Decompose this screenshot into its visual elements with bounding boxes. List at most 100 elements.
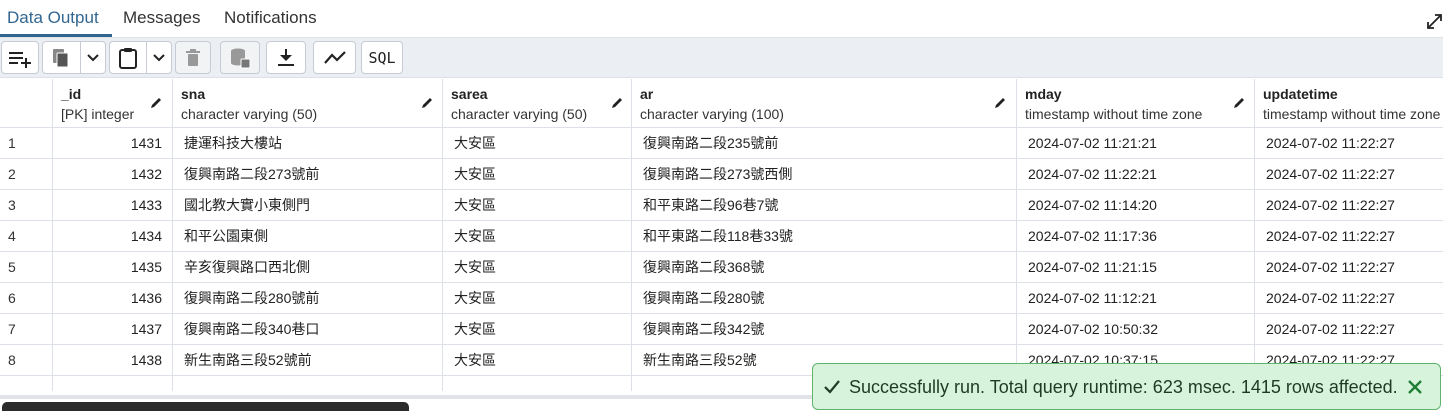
paste-button[interactable] (110, 42, 147, 73)
cell-id[interactable] (53, 376, 173, 391)
tab-data-output[interactable]: Data Output (7, 8, 99, 28)
tab-messages[interactable]: Messages (123, 8, 200, 28)
cell-ar[interactable]: 復興南路二段368號 (632, 252, 1017, 283)
paste-options-dropdown[interactable] (147, 42, 171, 73)
cell-sarea[interactable]: 大安區 (443, 252, 632, 283)
success-toast: Successfully run. Total query runtime: 6… (812, 363, 1441, 410)
cell-sna[interactable]: 捷運科技大樓站 (173, 128, 443, 159)
cell-sarea[interactable]: 大安區 (443, 345, 632, 376)
data-output-grid: _id [PK] integer sna character varying (… (0, 79, 1443, 391)
cell-sarea[interactable]: 大安區 (443, 283, 632, 314)
cell-sarea[interactable]: 大安區 (443, 190, 632, 221)
row-number[interactable]: 6 (0, 283, 53, 314)
cell-mday[interactable]: 2024-07-02 11:21:21 (1017, 128, 1255, 159)
edit-pencil-icon[interactable] (420, 96, 434, 110)
column-header-id[interactable]: _id [PK] integer (53, 79, 173, 128)
cell-sarea[interactable]: 大安區 (443, 159, 632, 190)
cell-mday[interactable]: 2024-07-02 11:14:20 (1017, 190, 1255, 221)
checkmark-icon (824, 380, 840, 394)
close-icon[interactable] (1406, 378, 1424, 396)
scrollbar-thumb[interactable] (2, 402, 409, 411)
cell-id[interactable]: 1432 (53, 159, 173, 190)
cell-sarea[interactable]: 大安區 (443, 221, 632, 252)
table-row[interactable]: 2 1432 復興南路二段273號前 大安區 復興南路二段273號西側 2024… (0, 159, 1443, 190)
graph-icon (323, 50, 346, 64)
edit-pencil-icon[interactable] (1232, 96, 1246, 110)
row-number[interactable]: 4 (0, 221, 53, 252)
cell-ar[interactable]: 復興南路二段235號前 (632, 128, 1017, 159)
cell-mday[interactable]: 2024-07-02 10:50:32 (1017, 314, 1255, 345)
column-name: mday (1025, 86, 1062, 102)
cell-updatetime[interactable]: 2024-07-02 11:22:27 (1255, 252, 1443, 283)
sql-button[interactable]: SQL (362, 42, 402, 73)
cell-sna[interactable]: 新生南路三段52號前 (173, 345, 443, 376)
cell-ar[interactable]: 復興南路二段342號 (632, 314, 1017, 345)
paste-icon (118, 47, 137, 69)
graph-visualiser-button[interactable] (314, 42, 355, 73)
table-row[interactable]: 1 1431 捷運科技大樓站 大安區 復興南路二段235號前 2024-07-0… (0, 128, 1443, 159)
copy-options-dropdown[interactable] (81, 42, 105, 73)
table-row[interactable]: 4 1434 和平公園東側 大安區 和平東路二段118巷33號 2024-07-… (0, 221, 1443, 252)
column-header-updatetime[interactable]: updatetime timestamp without time zone (1255, 79, 1443, 128)
cell-ar[interactable]: 復興南路二段280號 (632, 283, 1017, 314)
row-number[interactable]: 5 (0, 252, 53, 283)
cell-sna[interactable]: 復興南路二段280號前 (173, 283, 443, 314)
cell-mday[interactable]: 2024-07-02 11:17:36 (1017, 221, 1255, 252)
add-row-icon (9, 51, 31, 68)
expand-panel-button[interactable] (1427, 10, 1443, 30)
cell-id[interactable]: 1431 (53, 128, 173, 159)
cell-id[interactable]: 1437 (53, 314, 173, 345)
save-data-button[interactable] (221, 42, 259, 73)
column-header-mday[interactable]: mday timestamp without time zone (1017, 79, 1255, 128)
cell-updatetime[interactable]: 2024-07-02 11:22:27 (1255, 221, 1443, 252)
cell-ar[interactable]: 復興南路二段273號西側 (632, 159, 1017, 190)
row-number[interactable]: 8 (0, 345, 53, 376)
edit-pencil-icon[interactable] (149, 96, 163, 110)
cell-ar[interactable]: 和平東路二段96巷7號 (632, 190, 1017, 221)
cell-sna[interactable]: 復興南路二段340巷口 (173, 314, 443, 345)
cell-id[interactable]: 1434 (53, 221, 173, 252)
cell-id[interactable]: 1435 (53, 252, 173, 283)
column-header-ar[interactable]: ar character varying (100) (632, 79, 1017, 128)
delete-icon (186, 48, 200, 66)
row-number[interactable]: 3 (0, 190, 53, 221)
column-header-sarea[interactable]: sarea character varying (50) (443, 79, 632, 128)
cell-sarea[interactable]: 大安區 (443, 314, 632, 345)
result-tab-bar: Data Output Messages Notifications (0, 0, 1443, 38)
cell-sarea[interactable]: 大安區 (443, 128, 632, 159)
cell-updatetime[interactable]: 2024-07-02 11:22:27 (1255, 190, 1443, 221)
row-number[interactable]: 7 (0, 314, 53, 345)
cell-mday[interactable]: 2024-07-02 11:22:21 (1017, 159, 1255, 190)
table-row[interactable]: 7 1437 復興南路二段340巷口 大安區 復興南路二段342號 2024-0… (0, 314, 1443, 345)
cell-mday[interactable]: 2024-07-02 11:12:21 (1017, 283, 1255, 314)
column-header-sna[interactable]: sna character varying (50) (173, 79, 443, 128)
cell-mday[interactable]: 2024-07-02 11:21:15 (1017, 252, 1255, 283)
table-row[interactable]: 6 1436 復興南路二段280號前 大安區 復興南路二段280號 2024-0… (0, 283, 1443, 314)
cell-id[interactable]: 1433 (53, 190, 173, 221)
cell-sarea[interactable] (443, 376, 632, 391)
edit-pencil-icon[interactable] (993, 96, 1007, 110)
cell-updatetime[interactable]: 2024-07-02 11:22:27 (1255, 283, 1443, 314)
cell-sna[interactable]: 和平公園東側 (173, 221, 443, 252)
cell-id[interactable]: 1438 (53, 345, 173, 376)
copy-button[interactable] (43, 42, 81, 73)
row-number[interactable] (0, 376, 53, 391)
cell-sna[interactable]: 國北教大實小東側門 (173, 190, 443, 221)
cell-updatetime[interactable]: 2024-07-02 11:22:27 (1255, 159, 1443, 190)
cell-updatetime[interactable]: 2024-07-02 11:22:27 (1255, 128, 1443, 159)
add-row-button[interactable] (2, 42, 38, 73)
edit-pencil-icon[interactable] (610, 96, 624, 110)
tab-notifications[interactable]: Notifications (224, 8, 317, 28)
row-number[interactable]: 1 (0, 128, 53, 159)
cell-sna[interactable]: 辛亥復興路口西北側 (173, 252, 443, 283)
cell-id[interactable]: 1436 (53, 283, 173, 314)
cell-sna[interactable]: 復興南路二段273號前 (173, 159, 443, 190)
cell-sna[interactable] (173, 376, 443, 391)
cell-updatetime[interactable]: 2024-07-02 11:22:27 (1255, 314, 1443, 345)
row-number[interactable]: 2 (0, 159, 53, 190)
table-row[interactable]: 3 1433 國北教大實小東側門 大安區 和平東路二段96巷7號 2024-07… (0, 190, 1443, 221)
delete-row-button[interactable] (176, 42, 210, 73)
table-row[interactable]: 5 1435 辛亥復興路口西北側 大安區 復興南路二段368號 2024-07-… (0, 252, 1443, 283)
cell-ar[interactable]: 和平東路二段118巷33號 (632, 221, 1017, 252)
download-button[interactable] (267, 42, 305, 73)
